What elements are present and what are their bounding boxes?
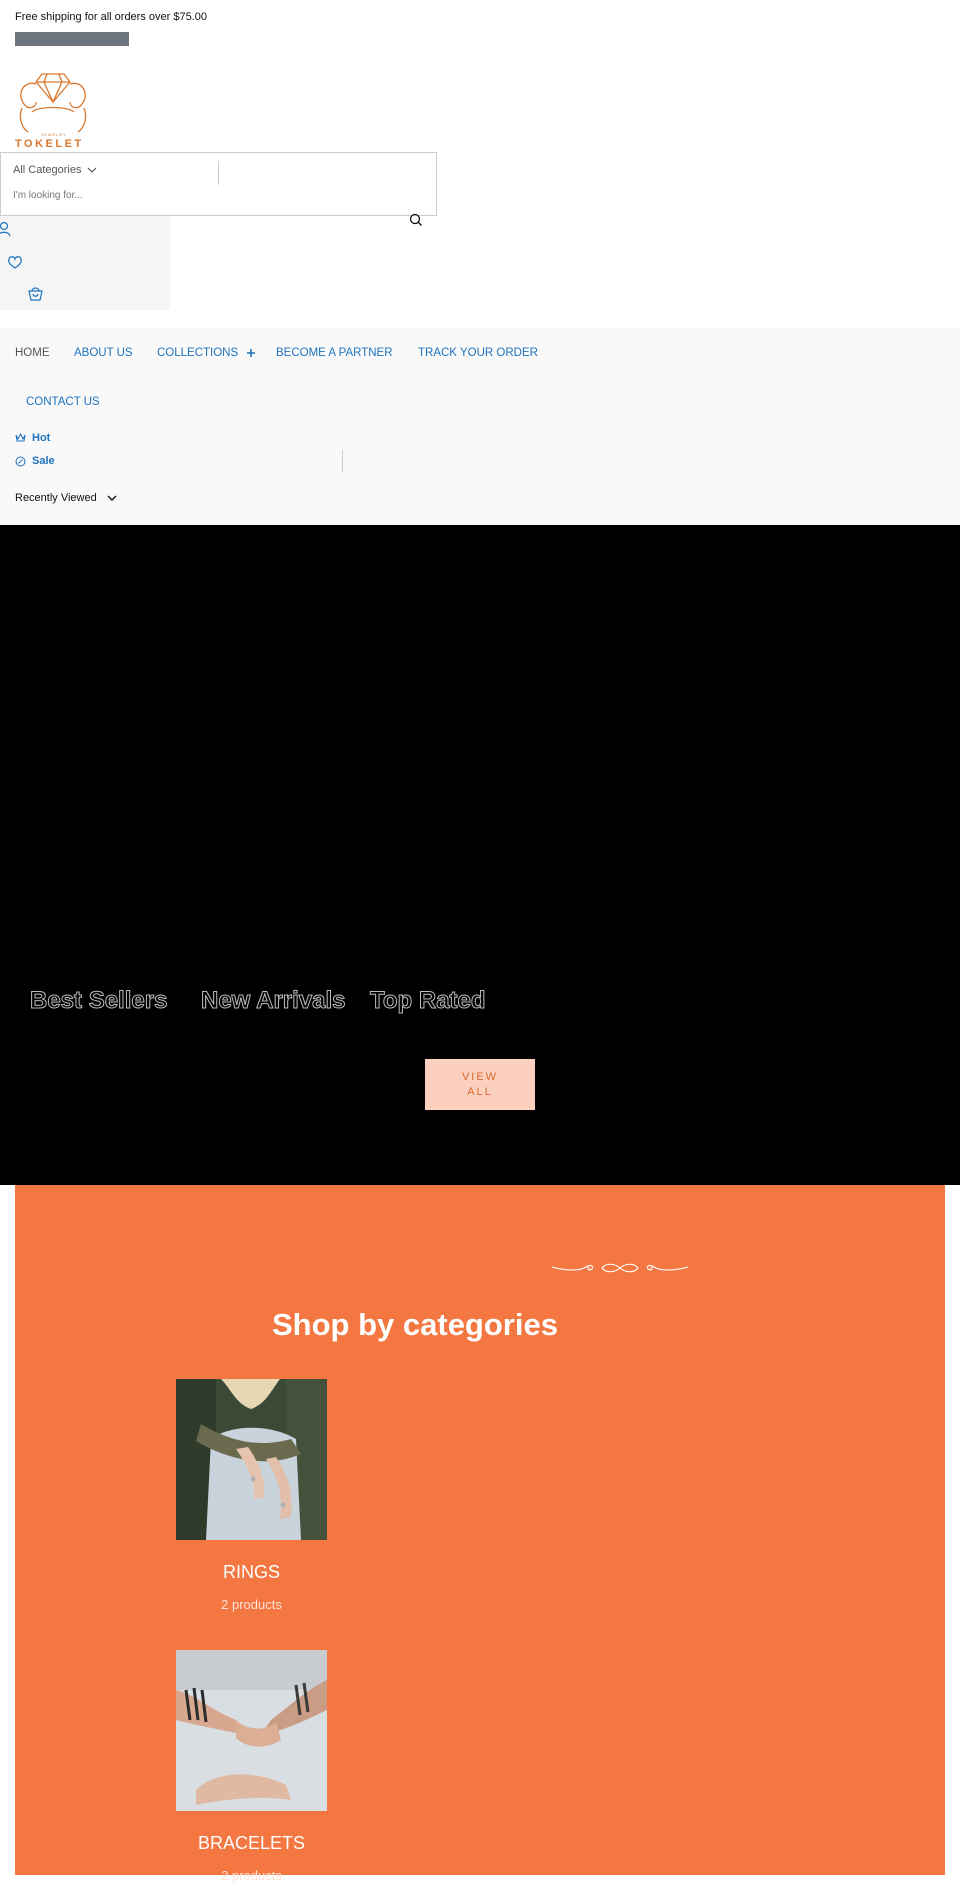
- crown-icon: [15, 433, 26, 442]
- tab-best-sellers[interactable]: Best Sellers: [29, 987, 167, 1015]
- recently-viewed-toggle[interactable]: Recently Viewed: [15, 492, 117, 504]
- plus-icon[interactable]: [246, 348, 256, 358]
- search-input[interactable]: [13, 190, 313, 201]
- nav-divider: [342, 450, 343, 472]
- category-name-bracelets[interactable]: BRACELETS: [176, 1833, 327, 1854]
- ornament-divider-icon: [552, 1263, 688, 1273]
- tab-top-rated[interactable]: Top Rated: [370, 987, 487, 1015]
- view-all-line2: ALL: [467, 1085, 493, 1098]
- categories-section: [15, 1185, 945, 1875]
- user-icon[interactable]: [0, 221, 12, 237]
- nav-item-become-a-partner[interactable]: BECOME A PARTNER: [276, 347, 393, 359]
- nav-item-contact-us[interactable]: CONTACT US: [26, 396, 100, 408]
- tab-new-arrivals[interactable]: New Arrivals: [201, 987, 347, 1015]
- category-image-bracelets[interactable]: [176, 1650, 327, 1811]
- view-all-line1: VIEW: [461, 1070, 499, 1083]
- categories-title: Shop by categories: [272, 1307, 558, 1342]
- side-link-sale-label: Sale: [32, 455, 55, 467]
- category-count-bracelets: 2 products: [221, 1868, 282, 1883]
- nav-item-collections-label: COLLECTIONS: [157, 347, 239, 359]
- view-all-button[interactable]: VIEW ALL: [425, 1059, 535, 1110]
- nav-item-collections[interactable]: COLLECTIONS: [157, 347, 256, 359]
- side-link-hot-label: Hot: [32, 432, 51, 444]
- search-divider: [218, 161, 219, 185]
- nav-item-track-your-order[interactable]: TRACK YOUR ORDER: [418, 347, 538, 359]
- category-count-rings: 2 products: [221, 1597, 282, 1612]
- currency-selector-bar[interactable]: [15, 32, 129, 46]
- brand-tagline: JEWELRY: [41, 132, 67, 137]
- category-select[interactable]: All Categories: [13, 164, 97, 176]
- side-link-hot[interactable]: Hot: [15, 432, 50, 444]
- nav-item-home[interactable]: HOME: [15, 347, 50, 359]
- announcement-text: Free shipping for all orders over $75.00: [15, 11, 207, 23]
- heart-icon[interactable]: [7, 255, 23, 270]
- nav-item-about-us[interactable]: ABOUT US: [74, 347, 133, 359]
- basket-icon[interactable]: [27, 285, 44, 302]
- search-box: All Categories: [0, 152, 437, 216]
- side-link-sale[interactable]: Sale: [15, 455, 55, 467]
- category-name-rings[interactable]: RINGS: [176, 1562, 327, 1583]
- search-icon[interactable]: [409, 213, 423, 227]
- recently-viewed-label: Recently Viewed: [15, 492, 97, 504]
- chevron-down-icon: [107, 495, 117, 501]
- category-image-rings[interactable]: [176, 1379, 327, 1540]
- percent-badge-icon: [15, 456, 26, 466]
- header-icons-panel: [0, 216, 170, 310]
- brand-name: TOKELET: [15, 138, 84, 150]
- category-select-label: All Categories: [13, 164, 82, 176]
- chevron-down-icon: [88, 167, 97, 173]
